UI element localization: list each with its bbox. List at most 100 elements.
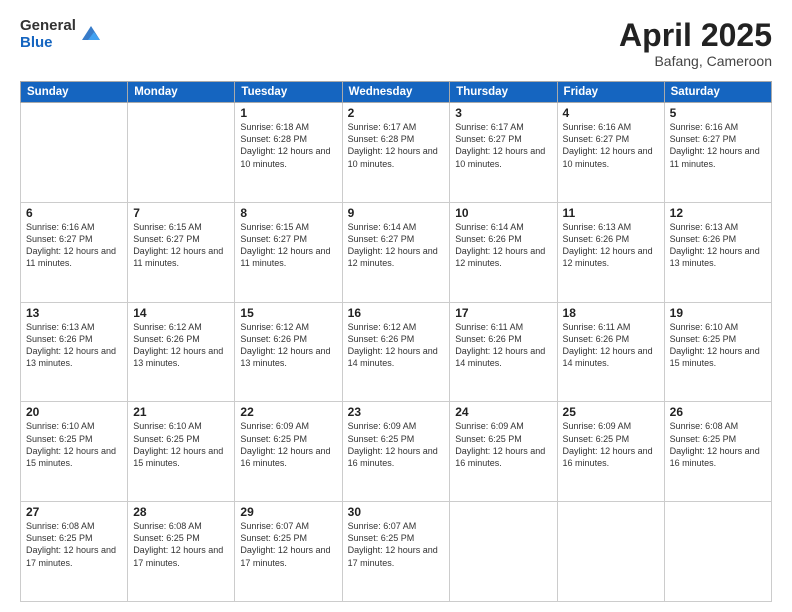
day-detail: Sunrise: 6:13 AMSunset: 6:26 PMDaylight:…	[563, 222, 653, 268]
day-number: 15	[240, 306, 336, 320]
day-detail: Sunrise: 6:07 AMSunset: 6:25 PMDaylight:…	[240, 521, 330, 567]
logo-general: General	[20, 18, 76, 35]
day-number: 19	[670, 306, 766, 320]
day-number: 21	[133, 405, 229, 419]
day-number: 6	[26, 206, 122, 220]
calendar-cell: 21 Sunrise: 6:10 AMSunset: 6:25 PMDaylig…	[128, 402, 235, 502]
day-number: 17	[455, 306, 551, 320]
weekday-header: Monday	[128, 82, 235, 103]
calendar-week-row: 13 Sunrise: 6:13 AMSunset: 6:26 PMDaylig…	[21, 302, 772, 402]
day-detail: Sunrise: 6:08 AMSunset: 6:25 PMDaylight:…	[133, 521, 223, 567]
day-number: 26	[670, 405, 766, 419]
calendar-week-row: 27 Sunrise: 6:08 AMSunset: 6:25 PMDaylig…	[21, 502, 772, 602]
day-number: 5	[670, 106, 766, 120]
day-detail: Sunrise: 6:13 AMSunset: 6:26 PMDaylight:…	[670, 222, 760, 268]
day-detail: Sunrise: 6:11 AMSunset: 6:26 PMDaylight:…	[455, 322, 545, 368]
logo: General Blue	[20, 18, 102, 51]
weekday-header: Saturday	[664, 82, 771, 103]
day-number: 18	[563, 306, 659, 320]
day-detail: Sunrise: 6:14 AMSunset: 6:26 PMDaylight:…	[455, 222, 545, 268]
day-detail: Sunrise: 6:16 AMSunset: 6:27 PMDaylight:…	[563, 122, 653, 168]
calendar-cell: 15 Sunrise: 6:12 AMSunset: 6:26 PMDaylig…	[235, 302, 342, 402]
day-detail: Sunrise: 6:09 AMSunset: 6:25 PMDaylight:…	[348, 421, 438, 467]
day-detail: Sunrise: 6:16 AMSunset: 6:27 PMDaylight:…	[670, 122, 760, 168]
day-number: 9	[348, 206, 445, 220]
logo-text: General Blue	[20, 18, 76, 51]
day-number: 4	[563, 106, 659, 120]
calendar-cell: 29 Sunrise: 6:07 AMSunset: 6:25 PMDaylig…	[235, 502, 342, 602]
weekday-header-row: SundayMondayTuesdayWednesdayThursdayFrid…	[21, 82, 772, 103]
day-number: 13	[26, 306, 122, 320]
day-detail: Sunrise: 6:10 AMSunset: 6:25 PMDaylight:…	[133, 421, 223, 467]
day-number: 7	[133, 206, 229, 220]
day-detail: Sunrise: 6:14 AMSunset: 6:27 PMDaylight:…	[348, 222, 438, 268]
weekday-header: Tuesday	[235, 82, 342, 103]
calendar-cell: 24 Sunrise: 6:09 AMSunset: 6:25 PMDaylig…	[450, 402, 557, 502]
day-detail: Sunrise: 6:09 AMSunset: 6:25 PMDaylight:…	[455, 421, 545, 467]
day-number: 30	[348, 505, 445, 519]
day-number: 12	[670, 206, 766, 220]
weekday-header: Friday	[557, 82, 664, 103]
day-number: 10	[455, 206, 551, 220]
calendar-cell: 14 Sunrise: 6:12 AMSunset: 6:26 PMDaylig…	[128, 302, 235, 402]
header: General Blue April 2025 Bafang, Cameroon	[20, 18, 772, 69]
calendar-cell: 1 Sunrise: 6:18 AMSunset: 6:28 PMDayligh…	[235, 103, 342, 203]
calendar-cell	[128, 103, 235, 203]
day-number: 23	[348, 405, 445, 419]
calendar-cell	[450, 502, 557, 602]
calendar-body: 1 Sunrise: 6:18 AMSunset: 6:28 PMDayligh…	[21, 103, 772, 602]
day-detail: Sunrise: 6:18 AMSunset: 6:28 PMDaylight:…	[240, 122, 330, 168]
day-detail: Sunrise: 6:12 AMSunset: 6:26 PMDaylight:…	[240, 322, 330, 368]
calendar-cell: 19 Sunrise: 6:10 AMSunset: 6:25 PMDaylig…	[664, 302, 771, 402]
calendar-cell: 17 Sunrise: 6:11 AMSunset: 6:26 PMDaylig…	[450, 302, 557, 402]
calendar-cell: 12 Sunrise: 6:13 AMSunset: 6:26 PMDaylig…	[664, 202, 771, 302]
weekday-header: Sunday	[21, 82, 128, 103]
calendar-cell: 16 Sunrise: 6:12 AMSunset: 6:26 PMDaylig…	[342, 302, 450, 402]
logo-blue: Blue	[20, 35, 76, 52]
calendar-cell: 7 Sunrise: 6:15 AMSunset: 6:27 PMDayligh…	[128, 202, 235, 302]
day-detail: Sunrise: 6:09 AMSunset: 6:25 PMDaylight:…	[563, 421, 653, 467]
calendar-cell: 28 Sunrise: 6:08 AMSunset: 6:25 PMDaylig…	[128, 502, 235, 602]
day-number: 27	[26, 505, 122, 519]
calendar-cell: 20 Sunrise: 6:10 AMSunset: 6:25 PMDaylig…	[21, 402, 128, 502]
weekday-header: Wednesday	[342, 82, 450, 103]
calendar-cell: 2 Sunrise: 6:17 AMSunset: 6:28 PMDayligh…	[342, 103, 450, 203]
calendar-header: SundayMondayTuesdayWednesdayThursdayFrid…	[21, 82, 772, 103]
calendar-cell: 9 Sunrise: 6:14 AMSunset: 6:27 PMDayligh…	[342, 202, 450, 302]
calendar-cell: 6 Sunrise: 6:16 AMSunset: 6:27 PMDayligh…	[21, 202, 128, 302]
calendar-cell: 25 Sunrise: 6:09 AMSunset: 6:25 PMDaylig…	[557, 402, 664, 502]
day-detail: Sunrise: 6:17 AMSunset: 6:27 PMDaylight:…	[455, 122, 545, 168]
day-number: 8	[240, 206, 336, 220]
calendar-cell: 3 Sunrise: 6:17 AMSunset: 6:27 PMDayligh…	[450, 103, 557, 203]
calendar-week-row: 20 Sunrise: 6:10 AMSunset: 6:25 PMDaylig…	[21, 402, 772, 502]
day-detail: Sunrise: 6:13 AMSunset: 6:26 PMDaylight:…	[26, 322, 116, 368]
day-detail: Sunrise: 6:10 AMSunset: 6:25 PMDaylight:…	[26, 421, 116, 467]
day-detail: Sunrise: 6:12 AMSunset: 6:26 PMDaylight:…	[348, 322, 438, 368]
day-number: 2	[348, 106, 445, 120]
day-detail: Sunrise: 6:12 AMSunset: 6:26 PMDaylight:…	[133, 322, 223, 368]
day-number: 1	[240, 106, 336, 120]
calendar-cell	[664, 502, 771, 602]
day-number: 29	[240, 505, 336, 519]
day-number: 28	[133, 505, 229, 519]
calendar-cell: 30 Sunrise: 6:07 AMSunset: 6:25 PMDaylig…	[342, 502, 450, 602]
calendar-cell: 13 Sunrise: 6:13 AMSunset: 6:26 PMDaylig…	[21, 302, 128, 402]
calendar-cell: 4 Sunrise: 6:16 AMSunset: 6:27 PMDayligh…	[557, 103, 664, 203]
calendar-cell: 5 Sunrise: 6:16 AMSunset: 6:27 PMDayligh…	[664, 103, 771, 203]
day-detail: Sunrise: 6:17 AMSunset: 6:28 PMDaylight:…	[348, 122, 438, 168]
day-detail: Sunrise: 6:16 AMSunset: 6:27 PMDaylight:…	[26, 222, 116, 268]
day-detail: Sunrise: 6:08 AMSunset: 6:25 PMDaylight:…	[26, 521, 116, 567]
calendar-week-row: 1 Sunrise: 6:18 AMSunset: 6:28 PMDayligh…	[21, 103, 772, 203]
day-number: 11	[563, 206, 659, 220]
day-number: 16	[348, 306, 445, 320]
day-detail: Sunrise: 6:15 AMSunset: 6:27 PMDaylight:…	[240, 222, 330, 268]
calendar-cell: 27 Sunrise: 6:08 AMSunset: 6:25 PMDaylig…	[21, 502, 128, 602]
title-month: April 2025	[619, 18, 772, 53]
day-detail: Sunrise: 6:10 AMSunset: 6:25 PMDaylight:…	[670, 322, 760, 368]
calendar-cell: 22 Sunrise: 6:09 AMSunset: 6:25 PMDaylig…	[235, 402, 342, 502]
calendar-table: SundayMondayTuesdayWednesdayThursdayFrid…	[20, 81, 772, 602]
calendar-cell: 18 Sunrise: 6:11 AMSunset: 6:26 PMDaylig…	[557, 302, 664, 402]
title-block: April 2025 Bafang, Cameroon	[619, 18, 772, 69]
day-detail: Sunrise: 6:09 AMSunset: 6:25 PMDaylight:…	[240, 421, 330, 467]
calendar-cell: 26 Sunrise: 6:08 AMSunset: 6:25 PMDaylig…	[664, 402, 771, 502]
